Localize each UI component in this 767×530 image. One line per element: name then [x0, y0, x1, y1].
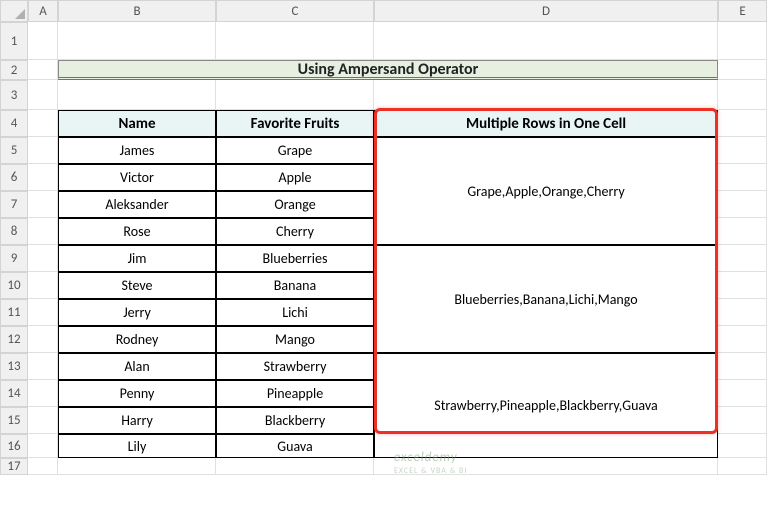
cell-E7[interactable]	[718, 191, 767, 218]
header-multi[interactable]: Multiple Rows in One Cell	[374, 110, 718, 137]
cell-fruit-6[interactable]: Lichi	[216, 299, 374, 326]
cell-E10[interactable]	[718, 272, 767, 299]
cell-fruit-8[interactable]: Strawberry	[216, 353, 374, 380]
row-header-7[interactable]: 7	[0, 191, 28, 218]
cell-fruit-0[interactable]: Grape	[216, 137, 374, 164]
cell-E14[interactable]	[718, 380, 767, 407]
row-header-12[interactable]: 12	[0, 326, 28, 353]
cell-A7[interactable]	[28, 191, 58, 218]
cell-A13[interactable]	[28, 353, 58, 380]
cell-fruit-3[interactable]: Cherry	[216, 218, 374, 245]
cell-name-9[interactable]: Penny	[58, 380, 216, 407]
cell-E3[interactable]	[718, 80, 767, 110]
cell-E17[interactable]	[718, 458, 767, 475]
cell-A5[interactable]	[28, 137, 58, 164]
cell-E16[interactable]	[718, 434, 767, 458]
cell-name-1[interactable]: Victor	[58, 164, 216, 191]
row-header-14[interactable]: 14	[0, 380, 28, 407]
cell-E12[interactable]	[718, 326, 767, 353]
row-header-9[interactable]: 9	[0, 245, 28, 272]
cell-name-7[interactable]: Rodney	[58, 326, 216, 353]
cell-fruit-11[interactable]: Guava	[216, 434, 374, 458]
cell-A10[interactable]	[28, 272, 58, 299]
cell-name-11[interactable]: Lily	[58, 434, 216, 458]
row-header-2[interactable]: 2	[0, 60, 28, 80]
cell-E1[interactable]	[718, 22, 767, 60]
col-header-E[interactable]: E	[718, 0, 767, 22]
cell-E13[interactable]	[718, 353, 767, 380]
cell-fruit-10[interactable]: Blackberry	[216, 407, 374, 434]
header-fruits[interactable]: Favorite Fruits	[216, 110, 374, 137]
header-name[interactable]: Name	[58, 110, 216, 137]
row-header-16[interactable]: 16	[0, 434, 28, 458]
cell-E5[interactable]	[718, 137, 767, 164]
cell-name-6[interactable]: Jerry	[58, 299, 216, 326]
cell-D1[interactable]	[374, 22, 718, 60]
cell-B3[interactable]	[58, 80, 216, 110]
merged-result-0[interactable]: Grape,Apple,Orange,Cherry	[374, 137, 718, 245]
cell-A12[interactable]	[28, 326, 58, 353]
cell-name-0[interactable]: James	[58, 137, 216, 164]
cell-E15[interactable]	[718, 407, 767, 434]
col-header-B[interactable]: B	[58, 0, 216, 22]
merged-result-2[interactable]: Strawberry,Pineapple,Blackberry,Guava	[374, 353, 718, 458]
cell-name-5[interactable]: Steve	[58, 272, 216, 299]
title-cell[interactable]: Using Ampersand Operator	[58, 60, 718, 80]
cell-fruit-2[interactable]: Orange	[216, 191, 374, 218]
row-header-10[interactable]: 10	[0, 272, 28, 299]
cell-D3[interactable]	[374, 80, 718, 110]
cell-A3[interactable]	[28, 80, 58, 110]
cell-name-3[interactable]: Rose	[58, 218, 216, 245]
cell-E11[interactable]	[718, 299, 767, 326]
cell-E8[interactable]	[718, 218, 767, 245]
cell-A15[interactable]	[28, 407, 58, 434]
cell-name-2[interactable]: Aleksander	[58, 191, 216, 218]
spreadsheet-grid: A B C D E 1 2 Using Ampersand Operator 3…	[0, 0, 767, 475]
cell-fruit-7[interactable]: Mango	[216, 326, 374, 353]
cell-A4[interactable]	[28, 110, 58, 137]
select-all-corner[interactable]	[0, 0, 28, 22]
row-header-17[interactable]: 17	[0, 458, 28, 475]
row-header-3[interactable]: 3	[0, 80, 28, 110]
cell-A9[interactable]	[28, 245, 58, 272]
row-header-8[interactable]: 8	[0, 218, 28, 245]
cell-C17[interactable]	[216, 458, 374, 475]
row-header-5[interactable]: 5	[0, 137, 28, 164]
merged-result-1[interactable]: Blueberries,Banana,Lichi,Mango	[374, 245, 718, 353]
cell-name-8[interactable]: Alan	[58, 353, 216, 380]
cell-E6[interactable]	[718, 164, 767, 191]
cell-A11[interactable]	[28, 299, 58, 326]
cell-fruit-4[interactable]: Blueberries	[216, 245, 374, 272]
cell-name-10[interactable]: Harry	[58, 407, 216, 434]
row-header-6[interactable]: 6	[0, 164, 28, 191]
cell-E4[interactable]	[718, 110, 767, 137]
cell-A6[interactable]	[28, 164, 58, 191]
cell-C1[interactable]	[216, 22, 374, 60]
cell-A1[interactable]	[28, 22, 58, 60]
watermark-main: exceldemy	[394, 450, 458, 465]
cell-A2[interactable]	[28, 60, 58, 80]
cell-A14[interactable]	[28, 380, 58, 407]
cell-A16[interactable]	[28, 434, 58, 458]
watermark-sub: EXCEL & VBA & BI	[394, 466, 467, 476]
col-header-A[interactable]: A	[28, 0, 58, 22]
col-header-D[interactable]: D	[374, 0, 718, 22]
row-header-1[interactable]: 1	[0, 22, 28, 60]
row-header-13[interactable]: 13	[0, 353, 28, 380]
cell-B17[interactable]	[58, 458, 216, 475]
cell-E9[interactable]	[718, 245, 767, 272]
cell-C3[interactable]	[216, 80, 374, 110]
cell-E2[interactable]	[718, 60, 767, 80]
cell-fruit-5[interactable]: Banana	[216, 272, 374, 299]
row-header-15[interactable]: 15	[0, 407, 28, 434]
col-header-C[interactable]: C	[216, 0, 374, 22]
cell-fruit-1[interactable]: Apple	[216, 164, 374, 191]
cell-A17[interactable]	[28, 458, 58, 475]
row-header-4[interactable]: 4	[0, 110, 28, 137]
cell-A8[interactable]	[28, 218, 58, 245]
cell-name-4[interactable]: Jim	[58, 245, 216, 272]
cell-B1[interactable]	[58, 22, 216, 60]
cell-fruit-9[interactable]: Pineapple	[216, 380, 374, 407]
row-header-11[interactable]: 11	[0, 299, 28, 326]
